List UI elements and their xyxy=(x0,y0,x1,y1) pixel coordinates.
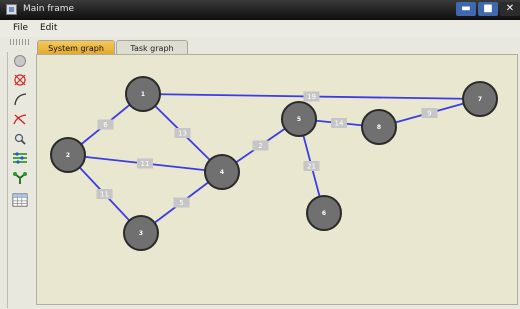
node-label: 5 xyxy=(297,116,301,123)
edge-weight-label: 11 xyxy=(141,160,150,168)
edge-weight-label: 6 xyxy=(103,121,108,129)
node-label: 2 xyxy=(66,152,70,159)
edge-weight-label: 14 xyxy=(335,120,344,128)
app-icon xyxy=(6,4,17,15)
zoom-icon[interactable] xyxy=(12,132,28,146)
edge-weight-label: 13 xyxy=(178,130,187,138)
tab-system-graph[interactable]: System graph xyxy=(37,40,115,55)
node-label: 3 xyxy=(139,230,143,237)
add-node-icon[interactable] xyxy=(12,54,28,68)
menu-bar: File Edit xyxy=(0,20,520,37)
edge-weight-label: 21 xyxy=(307,163,316,171)
minimize-button[interactable]: ▬ xyxy=(456,2,476,16)
edge-weight-label: 11 xyxy=(100,191,109,199)
toolbar-grip[interactable] xyxy=(10,39,30,45)
menu-edit[interactable]: Edit xyxy=(40,23,57,33)
tool-palette xyxy=(8,52,36,308)
edge-weight-label: 5 xyxy=(179,199,183,207)
node-label: 1 xyxy=(141,91,145,98)
window-title: Main frame xyxy=(23,4,75,14)
delete-edge-icon[interactable] xyxy=(12,112,28,126)
node-label: 6 xyxy=(322,210,326,217)
graph-svg[interactable]: 196131111521492112345678 xyxy=(37,55,519,306)
title-bar: Main frame ▬ ■ ✕ xyxy=(0,0,520,20)
add-edge-icon[interactable] xyxy=(12,92,28,106)
node-label: 8 xyxy=(377,124,381,131)
edge-weight-label: 9 xyxy=(427,110,431,118)
node-label: 7 xyxy=(478,96,482,103)
close-button[interactable]: ✕ xyxy=(500,2,520,16)
maximize-button[interactable]: ■ xyxy=(478,2,498,16)
layout-icon[interactable] xyxy=(12,151,28,165)
tree-icon[interactable] xyxy=(12,171,28,185)
table-icon[interactable] xyxy=(12,191,28,209)
menu-file[interactable]: File xyxy=(13,23,28,33)
edge-weight-label: 19 xyxy=(307,93,316,101)
graph-canvas[interactable]: 19 6 13 11 11 5 2 14 9 21 1 2 3 4 5 6 7 8 xyxy=(36,54,518,305)
edge-weight-label: 2 xyxy=(258,142,262,150)
node-label: 4 xyxy=(220,169,224,176)
tab-task-graph[interactable]: Task graph xyxy=(116,40,188,55)
delete-node-icon[interactable] xyxy=(12,73,28,87)
